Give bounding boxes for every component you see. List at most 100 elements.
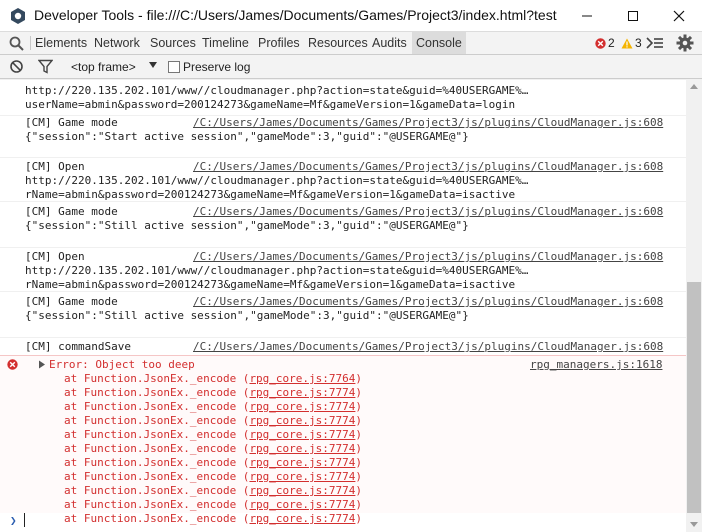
tab-audits[interactable]: Audits: [372, 32, 407, 54]
preserve-log-checkbox[interactable]: [168, 61, 180, 73]
maximize-icon: [628, 11, 638, 21]
stack-frame-link[interactable]: rpg_core.js:7774: [249, 470, 355, 483]
stack-frame-link[interactable]: rpg_core.js:7774: [249, 386, 355, 399]
stack-frame-text: ): [355, 372, 363, 385]
tab-timeline[interactable]: Timeline: [202, 32, 249, 54]
log-line: http://220.135.202.101/www//cloudmanager…: [25, 264, 529, 277]
source-link[interactable]: /C:/Users/James/Documents/Games/Project3…: [193, 295, 663, 309]
tab-network[interactable]: Network: [94, 32, 140, 54]
tab-elements[interactable]: Elements: [35, 32, 87, 54]
error-circle-icon: [595, 37, 606, 49]
console-input[interactable]: [24, 513, 25, 527]
stack-frame-text: ): [355, 400, 363, 413]
scroll-down-button[interactable]: [686, 517, 702, 531]
close-button[interactable]: [656, 0, 702, 32]
console-scrollbar[interactable]: [686, 79, 702, 532]
title-bar: Developer Tools - file:///C:/Users/James…: [0, 0, 702, 32]
log-line: [CM] Open: [25, 250, 85, 263]
stack-frame-link[interactable]: rpg_core.js:7774: [249, 414, 355, 427]
tab-profiles[interactable]: Profiles: [258, 32, 300, 54]
stack-frame-text: ): [355, 386, 363, 399]
error-count-badge[interactable]: 2: [595, 36, 615, 50]
log-line: rName=abmin&password=200124273&gameName=…: [25, 188, 516, 201]
stack-frame: at Function.JsonEx._encode (rpg_core.js:…: [64, 442, 362, 456]
log-line: [CM] Open: [25, 160, 85, 173]
stack-frame: at Function.JsonEx._encode (rpg_core.js:…: [64, 456, 362, 470]
stack-frame-link[interactable]: rpg_core.js:7774: [249, 498, 355, 511]
stack-frame-text: ): [355, 512, 363, 525]
chevron-down-icon[interactable]: [148, 60, 158, 70]
stack-frame-link[interactable]: rpg_core.js:7774: [249, 442, 355, 455]
stack-frame-text: at Function.JsonEx._encode (: [64, 414, 250, 427]
stack-frame-text: at Function.JsonEx._encode (: [64, 470, 250, 483]
clear-console-icon[interactable]: [9, 59, 24, 74]
stack-frame-link[interactable]: rpg_core.js:7764: [249, 372, 355, 385]
error-source-link[interactable]: rpg_managers.js:1618: [530, 358, 662, 371]
filter-icon[interactable]: [38, 59, 53, 74]
context-selector[interactable]: <top frame>: [71, 60, 136, 74]
window-title: Developer Tools - file:///C:/Users/James…: [34, 7, 557, 23]
console-drawer-icon[interactable]: [646, 36, 664, 50]
stack-frame-link[interactable]: rpg_core.js:7774: [249, 512, 355, 525]
search-icon[interactable]: [8, 35, 25, 52]
stack-frame-link[interactable]: rpg_core.js:7774: [249, 400, 355, 413]
minimize-icon: [582, 15, 592, 17]
stack-frame-text: at Function.JsonEx._encode (: [64, 484, 250, 497]
tab-console[interactable]: Console: [412, 32, 466, 54]
scrollbar-thumb[interactable]: [687, 282, 701, 513]
devtools-logo-icon: [11, 8, 25, 24]
error-text: Error: Object too deep: [49, 358, 195, 371]
error-count: 2: [608, 36, 615, 50]
stack-frame-link[interactable]: rpg_core.js:7774: [249, 428, 355, 441]
source-link[interactable]: /C:/Users/James/Documents/Games/Project3…: [193, 116, 663, 130]
error-circle-icon: [7, 359, 18, 370]
list-item: http://220.135.202.101/www//cloudmanager…: [0, 79, 686, 115]
stack-frame-link[interactable]: rpg_core.js:7774: [249, 484, 355, 497]
warning-count-badge[interactable]: 3: [621, 36, 642, 50]
console-messages[interactable]: http://220.135.202.101/www//cloudmanager…: [0, 79, 686, 532]
source-link[interactable]: /C:/Users/James/Documents/Games/Project3…: [193, 340, 663, 354]
stack-frame-text: ): [355, 442, 363, 455]
arrow-down-icon: [690, 521, 698, 527]
log-line: [CM] Game mode: [25, 295, 118, 308]
log-line: [CM] commandSave: [25, 340, 131, 353]
source-link[interactable]: /C:/Users/James/Documents/Games/Project3…: [193, 250, 663, 264]
stack-frame: at Function.JsonEx._encode (rpg_core.js:…: [64, 470, 362, 484]
minimize-button[interactable]: [564, 0, 610, 32]
stack-frame-text: ): [355, 498, 363, 511]
stack-frame-text: at Function.JsonEx._encode (: [64, 498, 250, 511]
prompt-caret-icon: ❯: [10, 514, 17, 527]
stack-frame-text: ): [355, 414, 363, 427]
tab-sources[interactable]: Sources: [150, 32, 196, 54]
source-link[interactable]: /C:/Users/James/Documents/Games/Project3…: [193, 160, 663, 174]
scroll-up-button[interactable]: [686, 79, 702, 93]
log-line: {"session":"Still active session","gameM…: [25, 219, 469, 232]
stack-frame-text: ): [355, 456, 363, 469]
devtools-tabbar: Elements Network Sources Timeline Profil…: [0, 32, 702, 55]
source-link[interactable]: /C:/Users/James/Documents/Games/Project3…: [193, 205, 663, 219]
stack-frame-text: at Function.JsonEx._encode (: [64, 400, 250, 413]
stack-frame-link[interactable]: rpg_core.js:7774: [249, 456, 355, 469]
preserve-log-label: Preserve log: [183, 60, 251, 74]
expand-triangle-icon[interactable]: [38, 360, 46, 369]
tab-resources[interactable]: Resources: [308, 32, 368, 54]
stack-frame: at Function.JsonEx._encode (rpg_core.js:…: [64, 372, 362, 386]
warning-triangle-icon: [621, 38, 633, 48]
gear-icon[interactable]: [676, 34, 694, 52]
stack-frame-text: at Function.JsonEx._encode (: [64, 428, 250, 441]
stack-frame: at Function.JsonEx._encode (rpg_core.js:…: [64, 414, 362, 428]
log-line: [CM] Game mode: [25, 205, 118, 218]
stack-frame-text: at Function.JsonEx._encode (: [64, 456, 250, 469]
list-item: [CM] Open /C:/Users/James/Documents/Game…: [0, 157, 686, 201]
list-item: [CM] Open /C:/Users/James/Documents/Game…: [0, 247, 686, 291]
maximize-button[interactable]: [610, 0, 656, 32]
log-line: {"session":"Start active session","gameM…: [25, 130, 469, 143]
log-line: [CM] Game mode: [25, 116, 118, 129]
list-item: [CM] Game mode /C:/Users/James/Documents…: [0, 115, 686, 157]
stack-frame: at Function.JsonEx._encode (rpg_core.js:…: [64, 400, 362, 414]
stack-frame-text: at Function.JsonEx._encode (: [64, 442, 250, 455]
log-line: userName=abmin&password=200124273&gameNa…: [25, 98, 516, 111]
stack-frame-text: at Function.JsonEx._encode (: [64, 372, 250, 385]
warning-count: 3: [635, 36, 642, 50]
log-line: http://220.135.202.101/www//cloudmanager…: [25, 174, 529, 187]
